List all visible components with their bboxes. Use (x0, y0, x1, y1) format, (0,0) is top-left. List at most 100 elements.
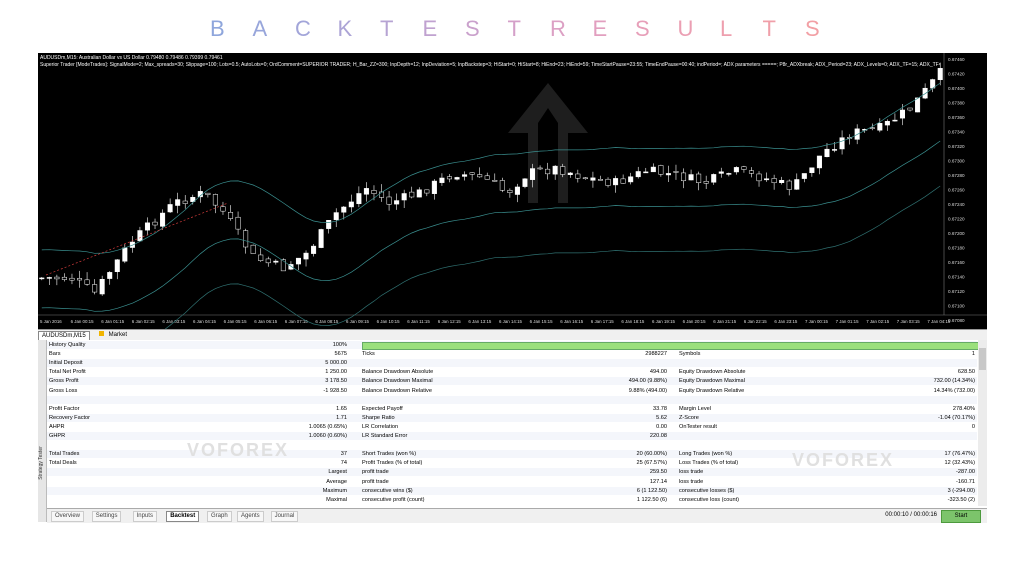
title-letter: S (465, 16, 480, 41)
candle-body (114, 259, 120, 273)
results-row (47, 359, 977, 368)
history-quality-fill (363, 343, 978, 349)
candle-body (613, 178, 619, 186)
time-tick-label: 6 Jan 08:15 (315, 319, 339, 324)
title-letter: A (252, 16, 268, 41)
price-tick-label: 0.67400 (948, 86, 965, 91)
candle-body (212, 194, 218, 206)
candle-body (409, 191, 415, 198)
candle-body (884, 121, 890, 126)
candle-body (824, 148, 830, 158)
candle-body (243, 230, 249, 248)
metric-value: Maximal (326, 496, 347, 503)
candle-body (492, 179, 498, 182)
candle-body (394, 200, 400, 205)
strategy-tester-panel: Strategy Tester History Quality 100% Bars 5… (38, 340, 987, 523)
tab-overview[interactable]: Overview (51, 511, 85, 522)
candle-body (424, 189, 430, 194)
candle-body (318, 229, 324, 248)
candle-body (507, 189, 513, 193)
candle-body (386, 196, 392, 205)
metric-value: 3 (-294.00) (947, 487, 975, 494)
metric-label: LR Standard Error (362, 433, 408, 439)
candle-body (741, 166, 747, 170)
candle-body (681, 172, 687, 182)
candle-body (605, 178, 611, 186)
scrollbar-thumb[interactable] (979, 348, 986, 370)
metric-value: 14.34% (732.00) (933, 387, 975, 394)
upper-band-line (41, 82, 941, 254)
tab-graph[interactable]: Graph (207, 511, 232, 522)
expert-advisor-header: Superior Trader [ModeTrades]: SignalMode… (40, 62, 940, 68)
candle-body (673, 171, 679, 173)
candle-body (416, 189, 422, 198)
metric-value: 1 (971, 351, 975, 358)
candle-body (220, 206, 226, 212)
metric-label: consecutive losses ($) (679, 487, 735, 494)
price-tick-label: 0.67340 (948, 130, 965, 135)
metric-label: Total Net Profit (49, 369, 86, 376)
tab-backtest[interactable]: Backtest (166, 511, 200, 522)
candlestick-chart-canvas: 0.67460 0.67420 0.67400 0.67380 0.67360 0.673… (38, 53, 987, 329)
candle-body (235, 216, 241, 230)
candle-body (484, 175, 490, 180)
metric-label: profit trade (362, 478, 389, 485)
candle-body (922, 87, 928, 99)
candle-body (643, 171, 649, 174)
metric-label: Margin Level (679, 405, 712, 412)
time-tick-label: 6 Jan 02:15 (132, 319, 156, 324)
tab-settings[interactable]: Settings (91, 511, 122, 522)
tab-agents[interactable]: Agents (237, 511, 264, 522)
results-scrollbar[interactable] (978, 340, 987, 506)
metric-value: 1.0060 (0.60%) (308, 433, 347, 439)
metric-label: Profit Factor (49, 405, 80, 412)
mt5-terminal-window: 0.67460 0.67420 0.67400 0.67380 0.67360 0.673… (38, 53, 987, 523)
candle-body (650, 166, 656, 173)
tab-journal[interactable]: Journal (270, 511, 299, 522)
candle-body (711, 174, 717, 183)
strategy-tester-sidebar[interactable]: Strategy Tester (38, 340, 47, 522)
candle-body (175, 199, 181, 206)
strategy-tester-side-label: Strategy Tester (37, 446, 44, 480)
candle-body (341, 206, 347, 213)
candle-body (356, 193, 362, 205)
watermark-text: VOFOREX (187, 440, 290, 460)
candle-body (635, 171, 641, 178)
candle-body (462, 174, 468, 177)
time-tick-label: 7 Jan 00:15 (805, 319, 829, 324)
candle-body (915, 97, 921, 113)
candle-body (665, 173, 671, 176)
metric-value: 0 (971, 423, 975, 430)
time-tick-label: 6 Jan 18:15 (621, 319, 645, 324)
outer-band-line (164, 185, 941, 329)
metric-label: Gross Profit (49, 378, 79, 385)
candle-body (816, 155, 822, 169)
candle-body (748, 170, 754, 174)
candle-body (303, 252, 309, 260)
time-tick-label: 7 Jan 02:15 (866, 319, 890, 324)
metric-label: Equity Drawdown Absolute (679, 369, 746, 376)
time-tick-label: 6 Jan 16:15 (560, 319, 584, 324)
candle-body (514, 186, 520, 195)
candle-body (809, 167, 815, 173)
start-button[interactable]: Start (941, 510, 981, 523)
candle-body (144, 222, 150, 231)
price-tick-label: 0.67080 (948, 318, 965, 323)
candle-body (801, 173, 807, 179)
candle-body (696, 173, 702, 183)
candle-body (167, 204, 173, 213)
symbol-tab-market[interactable]: Market (96, 331, 130, 340)
price-chart[interactable]: 0.67460 0.67420 0.67400 0.67380 0.67360 0.673… (38, 53, 987, 329)
metric-value: -1 928.50 (323, 387, 347, 394)
tab-inputs[interactable]: Inputs (132, 511, 157, 522)
metric-value: 20 (60.00%) (636, 451, 667, 458)
metric-value: 5675 (334, 351, 347, 358)
candle-body (371, 190, 377, 194)
price-tick-label: 0.67360 (948, 115, 965, 120)
metric-value: 220.08 (649, 433, 667, 439)
metric-label: Equity Drawdown Maximal (679, 378, 745, 385)
candle-body (311, 245, 317, 254)
candle-body (582, 177, 588, 180)
title-letter: R (550, 16, 566, 41)
tester-tabs-bar: Overview Settings Inputs Backtest Graph Agent… (47, 508, 987, 523)
